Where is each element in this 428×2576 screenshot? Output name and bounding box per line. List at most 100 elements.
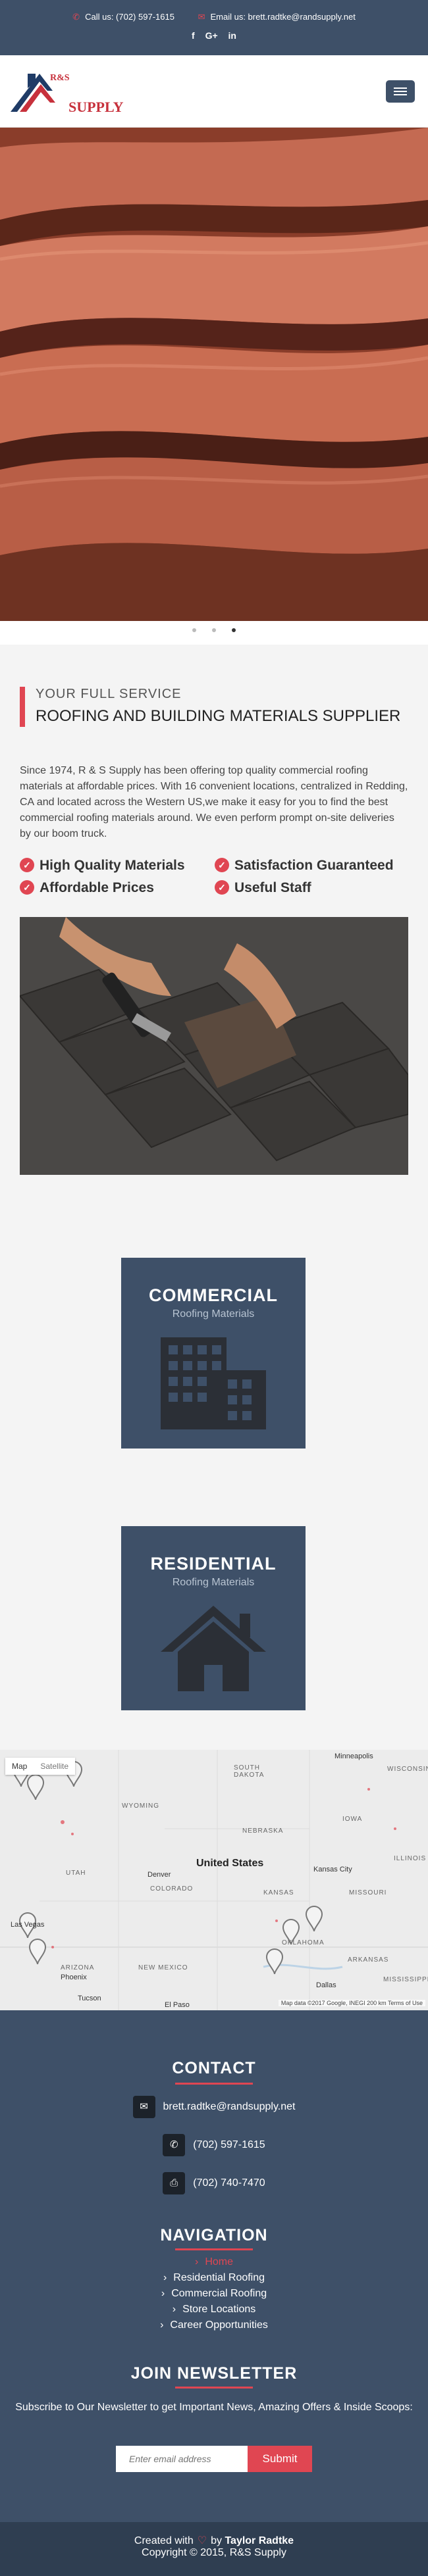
- footer-nav-home[interactable]: › Home: [0, 2256, 428, 2268]
- map-label: OKLAHOMA: [282, 1939, 325, 1946]
- nav-label: Career Opportunities: [170, 2319, 268, 2331]
- feature-label: Useful Staff: [234, 880, 311, 895]
- map-city: Tucson: [78, 1994, 101, 2002]
- intro-section: YOUR FULL SERVICE ROOFING AND BUILDING M…: [0, 645, 428, 1221]
- map-city: Minneapolis: [334, 1752, 373, 1760]
- map-city: Dallas: [316, 1981, 336, 1989]
- map-country-label: United States: [196, 1858, 264, 1869]
- hero-slider-image: [0, 128, 428, 621]
- logo[interactable]: R&S SUPPLY: [11, 66, 136, 118]
- linkedin-icon[interactable]: in: [228, 30, 236, 41]
- intro-title: ROOFING AND BUILDING MATERIALS SUPPLIER: [36, 707, 401, 725]
- menu-bar-icon: [394, 91, 407, 92]
- map-label: SOUTH DAKOTA: [234, 1764, 265, 1779]
- contact-email[interactable]: ✉ brett.radtke@randsupply.net: [0, 2096, 428, 2118]
- contact-phone-text: (702) 597-1615: [193, 2139, 265, 2151]
- card-title: RESIDENTIAL: [150, 1554, 277, 1573]
- feature-item: ✓ Affordable Prices: [20, 880, 154, 896]
- commercial-card[interactable]: COMMERCIAL Roofing Materials: [121, 1258, 306, 1449]
- intro-heading: YOUR FULL SERVICE ROOFING AND BUILDING M…: [20, 687, 408, 727]
- card-subtitle: Roofing Materials: [172, 1308, 255, 1320]
- credits-author[interactable]: Taylor Radtke: [225, 2535, 294, 2546]
- residential-card[interactable]: RESIDENTIAL Roofing Materials: [121, 1526, 306, 1710]
- newsletter-form: Submit: [116, 2446, 312, 2472]
- slider-dot-active[interactable]: [232, 628, 236, 632]
- nav-label: Commercial Roofing: [171, 2288, 267, 2299]
- logo-text: SUPPLY: [68, 99, 124, 115]
- footer-nav-commercial[interactable]: › Commercial Roofing: [0, 2288, 428, 2300]
- footer-nav-careers[interactable]: › Career Opportunities: [0, 2319, 428, 2331]
- map-label: MISSOURI: [349, 1889, 387, 1896]
- contact-fax-text: (702) 740-7470: [193, 2177, 265, 2189]
- copyright-text: Copyright © 2015, R&S Supply: [142, 2547, 286, 2558]
- email-label: Email us: brett.radtke@randsupply.net: [210, 12, 356, 22]
- intro-paragraph: Since 1974, R & S Supply has been offeri…: [20, 765, 408, 839]
- map-label: ILLINOIS: [394, 1855, 427, 1862]
- google-plus-icon[interactable]: G+: [205, 30, 218, 41]
- map-label: WISCONSIN: [387, 1766, 428, 1773]
- credits-by: by: [211, 2535, 222, 2546]
- chevron-right-icon: ›: [161, 2288, 165, 2299]
- envelope-icon: ✉: [132, 2096, 155, 2118]
- card-subtitle: Roofing Materials: [172, 1577, 255, 1588]
- feature-label: Affordable Prices: [40, 880, 154, 895]
- phone-icon: ✆: [163, 2134, 186, 2156]
- map-label: NEW MEXICO: [138, 1964, 188, 1971]
- map-label: COLORADO: [150, 1885, 194, 1893]
- map-attribution[interactable]: Map data ©2017 Google, INEGI 200 km Term…: [278, 2000, 425, 2006]
- credits-text: Created with: [134, 2535, 194, 2546]
- nav-label: Home: [205, 2256, 233, 2267]
- social-links: f G+ in: [0, 30, 428, 41]
- slider-dot[interactable]: [212, 628, 216, 632]
- categories-section: COMMERCIAL Roofing Materials RESIDENTIAL…: [0, 1221, 428, 1750]
- nav-label: Residential Roofing: [173, 2272, 265, 2283]
- newsletter-email-input[interactable]: [116, 2446, 248, 2472]
- map-type-map-button[interactable]: Map: [5, 1758, 34, 1775]
- feature-item: ✓ Satisfaction Guaranteed: [215, 858, 394, 874]
- chevron-right-icon: ›: [163, 2272, 167, 2283]
- slider-dot[interactable]: [192, 628, 196, 632]
- check-icon: ✓: [215, 880, 229, 895]
- facebook-icon[interactable]: f: [192, 30, 195, 41]
- card-title: COMMERCIAL: [149, 1285, 278, 1305]
- menu-bar-icon: [394, 94, 407, 95]
- phone-label: Call us: (702) 597-1615: [85, 12, 174, 22]
- check-icon: ✓: [215, 858, 229, 872]
- contact-heading: CONTACT: [172, 2059, 256, 2077]
- heading-underline: [175, 2387, 253, 2389]
- map-type-satellite-button[interactable]: Satellite: [34, 1758, 75, 1775]
- map-city: El Paso: [165, 2001, 190, 2009]
- map-city: Phoenix: [61, 1973, 87, 1981]
- store-locations-map[interactable]: Map Satellite SOUTH DAKOTA WYOMING NEBRAS…: [0, 1750, 428, 2010]
- map-label: IOWA: [342, 1816, 363, 1823]
- navigation-heading: NAVIGATION: [160, 2226, 268, 2244]
- map-city: Denver: [147, 1871, 171, 1879]
- nav-label: Store Locations: [182, 2304, 256, 2315]
- map-type-control: Map Satellite: [5, 1758, 76, 1775]
- newsletter-submit-button[interactable]: Submit: [248, 2446, 312, 2472]
- feature-label: High Quality Materials: [40, 858, 185, 873]
- logo-letters: R&S: [50, 73, 70, 83]
- contact-fax[interactable]: ⎙ (702) 740-7470: [0, 2172, 428, 2194]
- email-link[interactable]: ✉ Email us: brett.radtke@randsupply.net: [198, 12, 356, 22]
- contact-phone[interactable]: ✆ (702) 597-1615: [0, 2134, 428, 2156]
- contact-strip: ✆ Call us: (702) 597-1615 ✉ Email us: bret…: [0, 12, 428, 22]
- hamburger-menu-button[interactable]: [386, 80, 415, 103]
- intro-kicker: YOUR FULL SERVICE: [36, 687, 182, 701]
- heading-underline: [175, 2083, 253, 2085]
- building-icon: [161, 1337, 266, 1429]
- phone-link[interactable]: ✆ Call us: (702) 597-1615: [72, 12, 174, 22]
- roofer-photo: [20, 917, 408, 1175]
- newsletter-text: Subscribe to Our Newsletter to get Impor…: [15, 2402, 413, 2413]
- map-label: NEBRASKA: [242, 1827, 284, 1835]
- map-city: Kansas City: [313, 1866, 352, 1873]
- map-city: Las Vegas: [11, 1921, 45, 1929]
- credits-line: Created with ♡ by Taylor Radtke: [0, 2534, 428, 2547]
- map-label: UTAH: [66, 1870, 86, 1877]
- feature-label: Satisfaction Guaranteed: [234, 858, 394, 873]
- map-label: ARKANSAS: [348, 1956, 389, 1964]
- check-icon: ✓: [20, 880, 34, 895]
- site-header: R&S SUPPLY: [0, 55, 428, 128]
- footer-nav-residential[interactable]: › Residential Roofing: [0, 2272, 428, 2284]
- footer-nav-locations[interactable]: › Store Locations: [0, 2304, 428, 2316]
